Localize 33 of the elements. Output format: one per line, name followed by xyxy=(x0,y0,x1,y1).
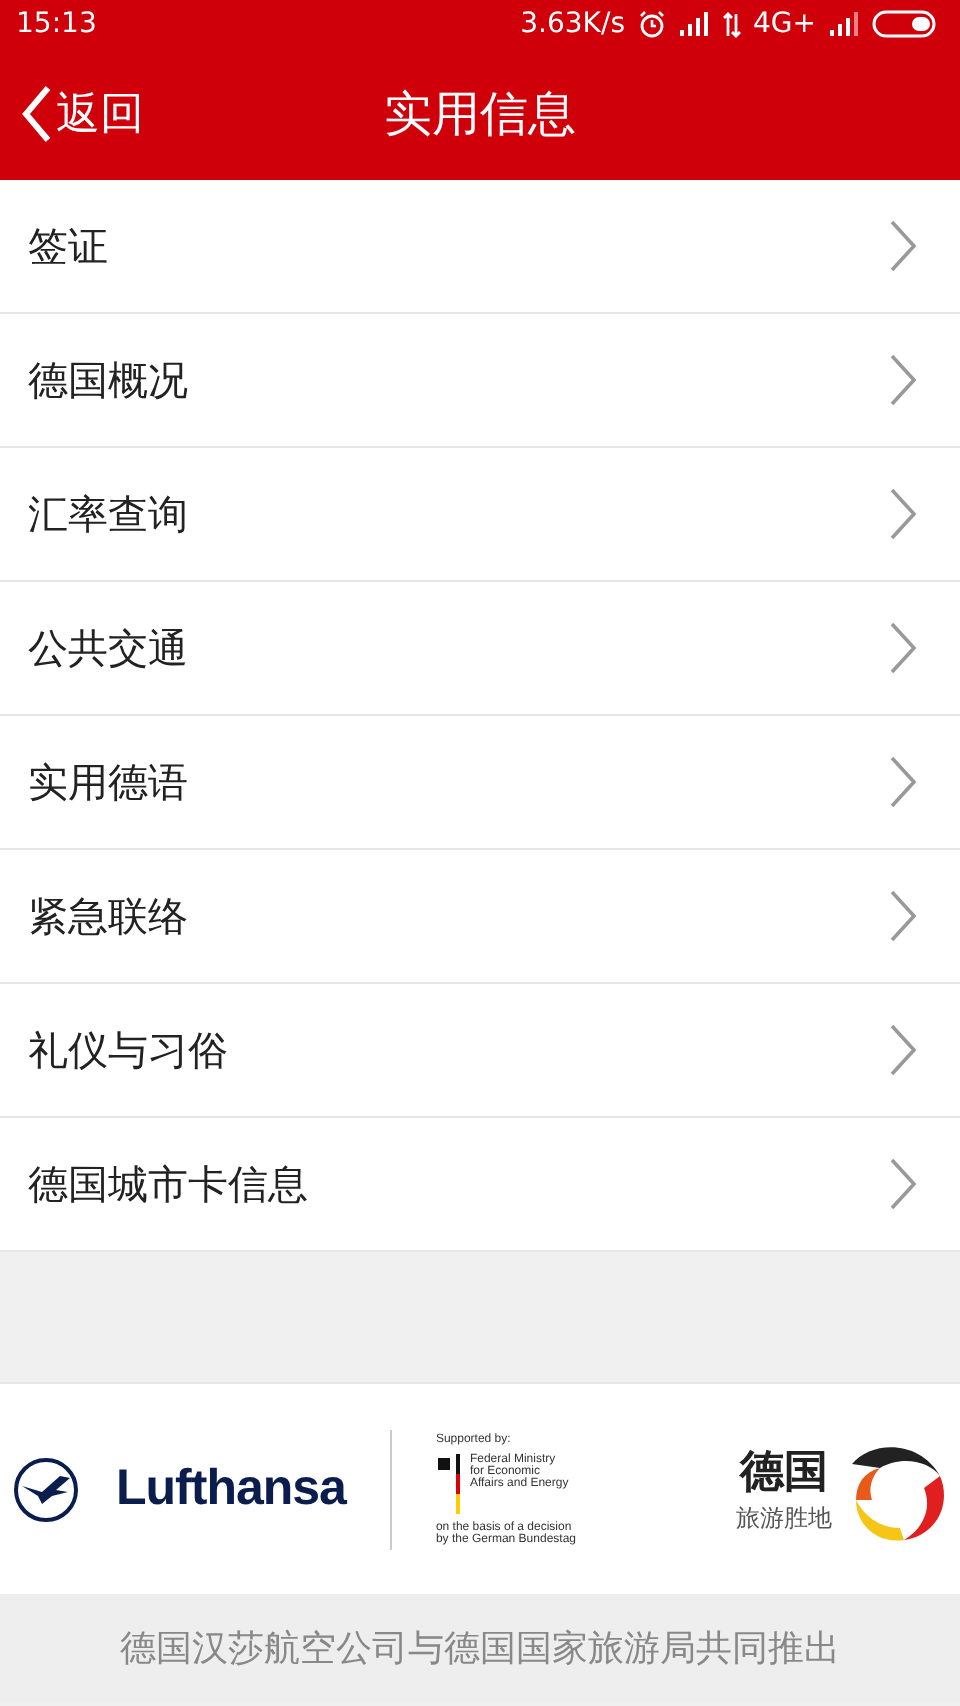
menu-item[interactable]: 汇率查询 xyxy=(0,448,960,582)
signal-icon xyxy=(828,12,860,36)
tourism-logo-subtitle: 旅游胜地 xyxy=(736,1502,832,1536)
menu-item[interactable]: 德国城市卡信息 xyxy=(0,1118,960,1252)
network-speed: 3.63K/s xyxy=(520,8,625,40)
status-time: 15:13 xyxy=(16,8,97,40)
menu-item[interactable]: 实用德语 xyxy=(0,716,960,850)
chevron-icon xyxy=(888,890,916,942)
data-arrows-icon xyxy=(721,11,741,37)
page-title: 实用信息 xyxy=(384,84,576,146)
menu-item[interactable]: 礼仪与习俗 xyxy=(0,984,960,1118)
airline-logo: Lufthansa xyxy=(116,1460,346,1518)
chevron-icon xyxy=(888,756,916,808)
crane-logo-icon xyxy=(12,1455,80,1523)
alarm-icon xyxy=(637,10,665,38)
eagle-flag-icon xyxy=(435,1453,464,1513)
network-type: 4G+ xyxy=(753,8,816,40)
back-button[interactable]: 返回 xyxy=(20,48,144,180)
menu-item[interactable]: 签证 xyxy=(0,180,960,314)
chevron-icon xyxy=(888,1024,916,1076)
chevron-icon xyxy=(888,220,916,272)
footer-note: 德国汉莎航空公司与德国国家旅游局共同推出 xyxy=(120,1626,840,1672)
back-icon xyxy=(20,84,52,144)
menu-item[interactable]: 紧急联络 xyxy=(0,850,960,984)
chevron-icon xyxy=(888,488,916,540)
chevron-icon xyxy=(888,622,916,674)
chevron-icon xyxy=(888,1158,916,1210)
signal-icon xyxy=(677,12,709,36)
menu-item[interactable]: 德国概况 xyxy=(0,314,960,448)
battery-icon xyxy=(872,10,936,38)
menu-item[interactable]: 公共交通 xyxy=(0,582,960,716)
tourism-logo-title: 德国 xyxy=(740,1446,828,1502)
chevron-icon xyxy=(888,354,916,406)
